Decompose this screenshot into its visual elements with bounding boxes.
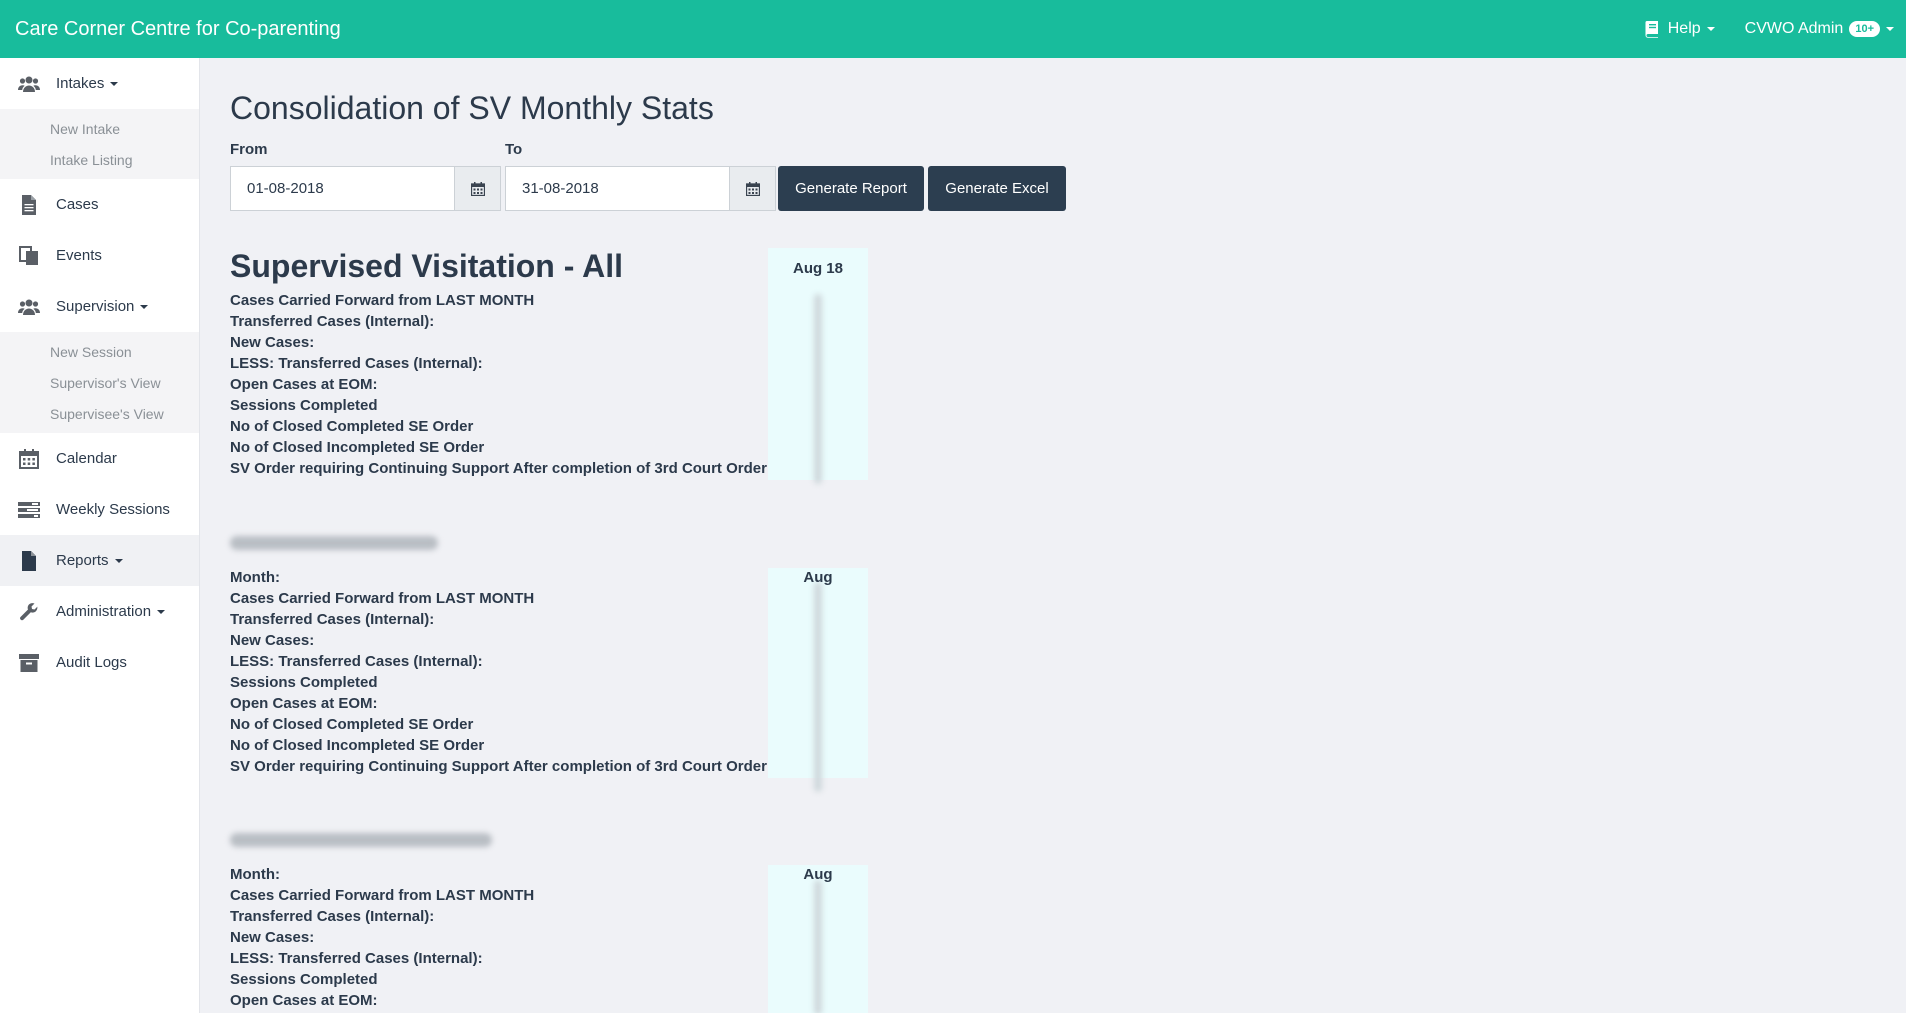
chevron-down-icon [1886,27,1894,31]
sidebar-item-cases[interactable]: Cases [0,179,199,230]
row-label: Sessions Completed [230,971,378,988]
row-label: No of Closed Completed SE Order [230,418,474,435]
row-label: Cases Carried Forward from LAST MONTH [230,292,535,309]
row-label: LESS: Transferred Cases (Internal): [230,653,483,670]
sidebar-item-intake-listing[interactable]: Intake Listing [0,144,199,175]
help-label: Help [1667,20,1701,37]
archive-icon [18,652,40,674]
row-label: LESS: Transferred Cases (Internal): [230,950,483,967]
sidebar: Intakes New Intake Intake Listing Cases … [0,58,200,1013]
row-label: No of Closed Incompleted SE Order [230,439,485,456]
copy-icon [18,245,40,267]
wrench-icon [18,601,40,623]
row-label: Open Cases at EOM: [230,695,378,712]
row-label: New Cases: [230,632,315,649]
row-label: Open Cases at EOM: [230,992,378,1009]
users-icon [18,296,40,318]
main-content: Consolidation of SV Monthly Stats From 0… [200,58,1906,1013]
sidebar-item-audit-logs[interactable]: Audit Logs [0,637,199,688]
row-label: Transferred Cases (Internal): [230,611,435,628]
from-calendar-button[interactable] [455,166,501,211]
sidebar-item-label: Audit Logs [56,654,127,671]
sidebar-item-weekly-sessions[interactable]: Weekly Sessions [0,484,199,535]
to-calendar-button[interactable] [730,166,776,211]
row-label: Transferred Cases (Internal): [230,908,435,925]
row-label: New Cases: [230,929,315,946]
row-label: No of Closed Completed SE Order [230,716,474,733]
sidebar-item-label: Cases [56,196,99,213]
from-label: From [230,141,268,158]
from-date-input[interactable]: 01-08-2018 [230,166,455,211]
top-navbar: Care Corner Centre for Co-parenting Help… [0,0,1906,58]
sidebar-item-administration[interactable]: Administration [0,586,199,637]
sidebar-item-label: Weekly Sessions [56,501,170,518]
file-text-icon [18,194,40,216]
chevron-down-icon [157,609,166,614]
chevron-down-icon [1706,27,1715,31]
sidebar-item-label: Reports [56,552,109,569]
chevron-down-icon [114,558,123,563]
sidebar-item-supervisors-view[interactable]: Supervisor's View [0,367,199,398]
row-label: New Cases: [230,334,315,351]
sidebar-item-label: Intakes [56,75,105,92]
row-label: SV Order requiring Continuing Support Af… [230,460,767,477]
row-label: Open Cases at EOM: [230,376,378,393]
chevron-down-icon [140,304,149,309]
column-header: Aug 18 [792,260,843,277]
row-label: Transferred Cases (Internal): [230,313,435,330]
sidebar-item-new-session[interactable]: New Session [0,336,199,367]
row-label: Month: [230,569,280,586]
from-date-group: 01-08-2018 [230,166,501,211]
to-date-group: 31-08-2018 [505,166,776,211]
sidebar-item-label: Events [56,247,102,264]
column-header: Aug [803,569,833,586]
users-icon [18,73,40,95]
sidebar-item-label: Administration [56,603,152,620]
sidebar-item-label: Supervision [56,298,135,315]
to-date-input[interactable]: 31-08-2018 [505,166,730,211]
row-label: Sessions Completed [230,397,378,414]
generate-excel-button[interactable]: Generate Excel [928,166,1066,211]
calendar-icon [470,181,485,196]
page-title: Consolidation of SV Monthly Stats [230,90,714,126]
supervision-submenu: New Session Supervisor's View Supervisee… [0,332,199,433]
sidebar-item-events[interactable]: Events [0,230,199,281]
sidebar-item-label: Calendar [56,450,117,467]
file-icon [18,550,40,572]
intakes-submenu: New Intake Intake Listing [0,109,199,179]
row-label: Month: [230,866,280,883]
redacted-section-heading [230,536,438,550]
row-label: Cases Carried Forward from LAST MONTH [230,887,535,904]
brand-title[interactable]: Care Corner Centre for Co-parenting [15,18,341,41]
redacted-section-heading [230,833,492,847]
to-label: To [505,141,523,158]
sidebar-item-supervision[interactable]: Supervision [0,281,199,332]
sidebar-item-new-intake[interactable]: New Intake [0,113,199,144]
row-label: Sessions Completed [230,674,378,691]
row-label: LESS: Transferred Cases (Internal): [230,355,483,372]
calendar-icon [18,448,40,470]
row-label: No of Closed Incompleted SE Order [230,737,485,754]
sidebar-item-reports[interactable]: Reports [0,535,199,586]
sidebar-item-intakes[interactable]: Intakes [0,58,199,109]
sidebar-item-calendar[interactable]: Calendar [0,433,199,484]
redacted-values [814,582,822,792]
calendar-icon [745,181,760,196]
redacted-values [814,880,822,1013]
sidebar-item-supervisees-view[interactable]: Supervisee's View [0,398,199,429]
notification-badge: 10+ [1849,21,1880,37]
chevron-down-icon [110,81,119,86]
row-label: SV Order requiring Continuing Support Af… [230,758,767,775]
help-menu[interactable]: Help [1644,20,1715,38]
book-icon [1645,21,1658,38]
user-menu[interactable]: CVWO Admin 10+ [1745,20,1894,38]
section-title: Supervised Visitation - All [230,248,623,284]
user-label: CVWO Admin [1744,20,1844,37]
redacted-values [814,294,822,484]
tasks-icon [18,499,40,521]
generate-report-button[interactable]: Generate Report [778,166,924,211]
column-header: Aug [803,866,833,883]
row-label: Cases Carried Forward from LAST MONTH [230,590,535,607]
